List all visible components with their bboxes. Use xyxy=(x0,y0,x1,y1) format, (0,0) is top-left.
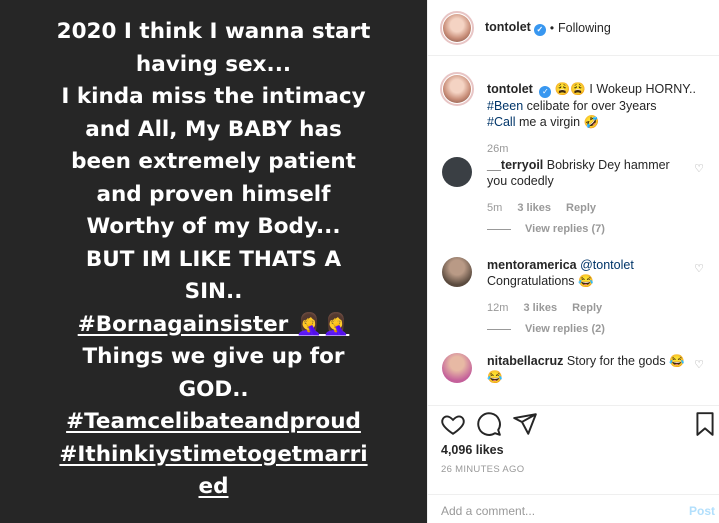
mention-link[interactable]: @tontolet xyxy=(580,258,634,272)
reply-button[interactable]: Reply xyxy=(572,302,602,314)
story-line: and All, My BABY has xyxy=(85,116,342,142)
post-actions: 4,096 likes 26 MINUTES AGO Add a comment… xyxy=(428,405,719,523)
comment-username[interactable]: mentoramerica xyxy=(487,258,577,272)
commenter-avatar[interactable] xyxy=(442,157,472,187)
story-line: SIN.. xyxy=(184,279,243,304)
story-line: Worthy of my Body... xyxy=(86,214,341,239)
hashtag-link[interactable]: #Call xyxy=(487,115,516,129)
hashtag-link[interactable]: #Been xyxy=(487,99,523,113)
story-line: BUT IM LIKE THATS A xyxy=(85,246,342,272)
view-replies-button[interactable]: View replies (7) xyxy=(487,221,687,237)
action-icons xyxy=(440,411,714,441)
share-icon[interactable] xyxy=(512,411,538,437)
caption-emojis: 😩😩 xyxy=(554,82,586,96)
header-avatar[interactable] xyxy=(440,10,474,45)
post-button[interactable]: Post xyxy=(689,504,715,518)
comment-text: Congratulations 😂 xyxy=(487,274,594,288)
story-hashtag: #Bornagainsister 🤦‍♀️🤦‍♀️ xyxy=(77,311,350,337)
commenter-avatar[interactable] xyxy=(442,353,472,383)
comment-like-heart-icon[interactable]: ♡ xyxy=(694,358,704,371)
story-line: having sex... xyxy=(135,51,292,77)
comment-time[interactable]: 5m xyxy=(487,202,502,214)
verified-badge-icon: ✓ xyxy=(539,86,552,98)
comment-icon[interactable] xyxy=(476,411,502,437)
comment-input[interactable]: Add a comment... xyxy=(441,504,535,518)
view-replies-button[interactable]: View replies (2) xyxy=(487,321,687,337)
likes-count[interactable]: 4,096 likes xyxy=(441,443,504,457)
post-header: tontolet ✓ • Following xyxy=(428,0,719,56)
comment-time[interactable]: 12m xyxy=(487,302,508,314)
reply-button[interactable]: Reply xyxy=(566,202,596,214)
story-image: 2020 I think I wanna start having sex...… xyxy=(0,0,427,523)
bookmark-icon[interactable] xyxy=(692,411,718,437)
story-line: 2020 I think I wanna start xyxy=(56,19,371,44)
story-line: and proven himself xyxy=(96,181,331,207)
comment-username[interactable]: __terryoil xyxy=(487,158,543,172)
comment-likes[interactable]: 3 likes xyxy=(517,202,551,214)
caption-time[interactable]: 26m xyxy=(487,143,508,155)
story-line: GOD.. xyxy=(178,376,249,402)
comment-item: __terryoil Bobrisky Dey hammer you coded… xyxy=(440,157,718,237)
post-time[interactable]: 26 MINUTES AGO xyxy=(441,464,524,475)
header-username[interactable]: tontolet ✓ xyxy=(485,20,546,36)
story-hashtag: #Ithinkiystimetogetmarri xyxy=(59,441,368,467)
add-comment-bar: Add a comment... Post xyxy=(428,494,719,523)
story-hashtag: ed xyxy=(198,474,229,499)
verified-badge-icon: ✓ xyxy=(533,23,546,36)
heart-icon[interactable] xyxy=(440,411,466,437)
comment-like-heart-icon[interactable]: ♡ xyxy=(694,162,704,175)
comment-likes[interactable]: 3 likes xyxy=(523,302,557,314)
story-line: I kinda miss the intimacy xyxy=(61,84,366,109)
post-panel: tontolet ✓ • Following tontolet ✓ 😩😩 I Wo… xyxy=(427,0,719,523)
comment-like-heart-icon[interactable]: ♡ xyxy=(694,262,704,275)
comment-item: nitabellacruz Story for the gods 😂 😂 ♡ xyxy=(440,353,718,385)
comment-item: mentoramerica @tontolet Congratulations … xyxy=(440,257,718,337)
comments-list[interactable]: tontolet ✓ 😩😩 I Wokeup HORNY.. #Been cel… xyxy=(428,57,719,405)
separator-dot: • xyxy=(549,20,555,35)
story-line: been extremely patient xyxy=(71,149,356,174)
story-line: Things we give up for xyxy=(82,344,345,369)
caption: tontolet ✓ 😩😩 I Wokeup HORNY.. #Been cel… xyxy=(440,72,710,156)
caption-username[interactable]: tontolet xyxy=(487,82,533,96)
following-button[interactable]: Following xyxy=(558,21,611,35)
comment-username[interactable]: nitabellacruz xyxy=(487,354,563,368)
caption-text: I Wokeup HORNY.. xyxy=(589,82,696,96)
story-hashtag: #Teamcelibateandproud xyxy=(66,409,361,434)
caption-avatar[interactable] xyxy=(440,72,474,106)
commenter-avatar[interactable] xyxy=(442,257,472,287)
